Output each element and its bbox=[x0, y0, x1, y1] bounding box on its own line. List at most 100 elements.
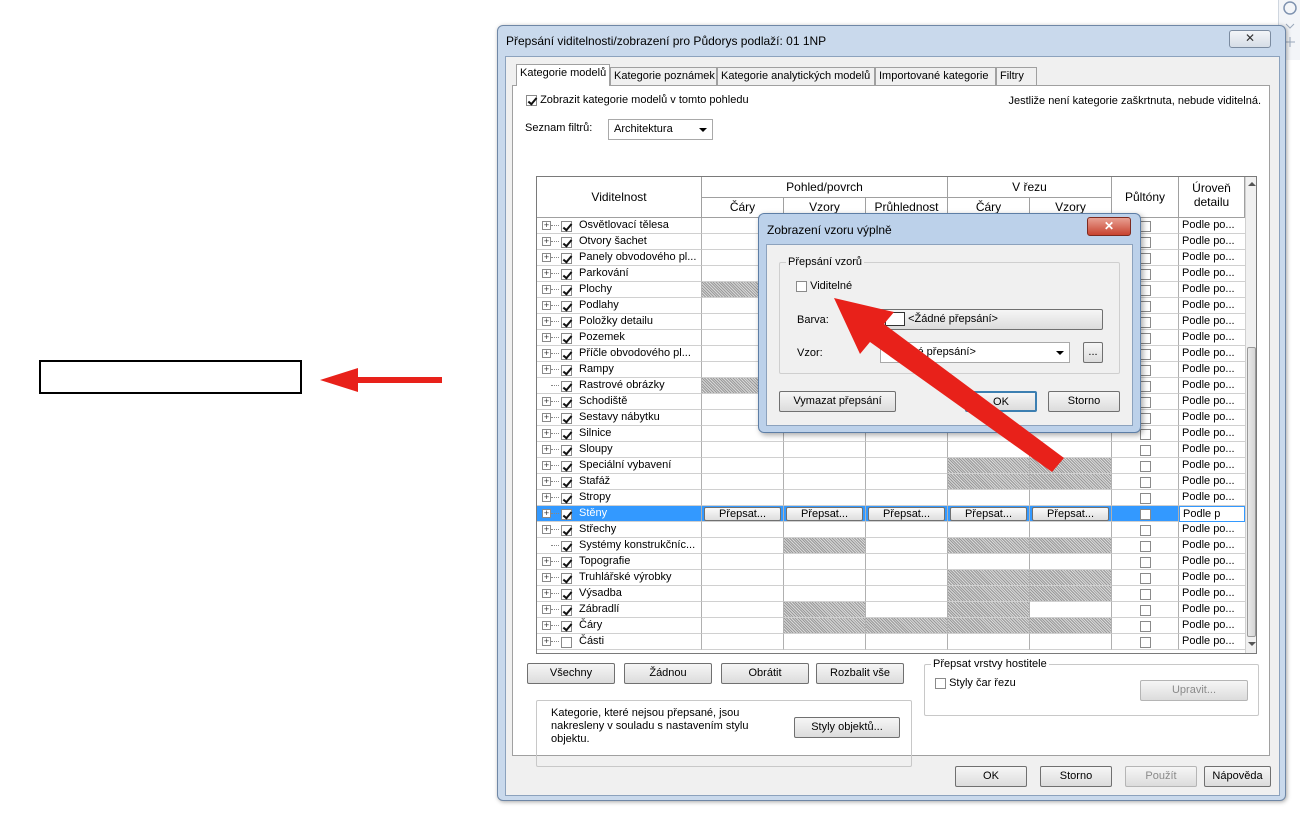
detail-level-cell[interactable]: Podle po... bbox=[1179, 586, 1245, 602]
row-name-cell[interactable]: + Výsadba bbox=[537, 586, 702, 602]
visibility-checkbox[interactable] bbox=[561, 252, 572, 264]
row-name-cell[interactable]: + Příčle obvodového pl... bbox=[537, 346, 702, 362]
override-cell[interactable] bbox=[784, 602, 866, 618]
row-name-cell[interactable]: Rastrové obrázky bbox=[537, 378, 702, 394]
detail-level-cell[interactable]: Podle po... bbox=[1179, 234, 1245, 250]
scroll-thumb[interactable] bbox=[1247, 347, 1256, 637]
row-name-cell[interactable]: + Čáry bbox=[537, 618, 702, 634]
row-name-cell[interactable]: + Podlahy bbox=[537, 298, 702, 314]
override-cell[interactable] bbox=[948, 570, 1030, 586]
cancel-button[interactable]: Storno bbox=[1040, 766, 1112, 787]
detail-level-cell[interactable]: Podle po... bbox=[1179, 298, 1245, 314]
halftone-checkbox[interactable] bbox=[1140, 252, 1151, 264]
expand-icon[interactable]: + bbox=[542, 589, 551, 598]
detail-level-cell[interactable]: Podle po... bbox=[1179, 266, 1245, 282]
visibility-checkbox[interactable] bbox=[561, 556, 572, 568]
visibility-checkbox[interactable] bbox=[561, 428, 572, 440]
detail-level-cell[interactable]: Podle po... bbox=[1179, 362, 1245, 378]
expand-icon[interactable]: + bbox=[542, 557, 551, 566]
table-row[interactable]: + Střechy Podle po... bbox=[537, 522, 1245, 538]
halftone-checkbox[interactable] bbox=[1140, 492, 1151, 504]
override-cell[interactable] bbox=[1030, 618, 1112, 634]
help-button[interactable]: Nápověda bbox=[1204, 766, 1271, 787]
expand-icon[interactable]: + bbox=[542, 525, 551, 534]
override-cell[interactable]: Přepsat... bbox=[1030, 506, 1112, 522]
override-cell[interactable] bbox=[702, 618, 784, 634]
row-name-cell[interactable]: + Speciální vybavení bbox=[537, 458, 702, 474]
halftone-checkbox[interactable] bbox=[1140, 556, 1151, 568]
expand-icon[interactable]: + bbox=[542, 605, 551, 614]
row-name-cell[interactable]: + Plochy bbox=[537, 282, 702, 298]
halftone-checkbox[interactable] bbox=[1140, 364, 1151, 376]
expand-icon[interactable]: + bbox=[542, 253, 551, 262]
halftone-checkbox[interactable] bbox=[1140, 540, 1151, 552]
visibility-checkbox[interactable] bbox=[561, 588, 572, 600]
detail-level-cell[interactable]: Podle p bbox=[1179, 506, 1245, 522]
table-row[interactable]: + Stěny Přepsat... Přepsat... Přepsat... Přep… bbox=[537, 506, 1245, 522]
detail-level-cell[interactable]: Podle po... bbox=[1179, 394, 1245, 410]
row-name-cell[interactable]: + Osvětlovací tělesa bbox=[537, 218, 702, 234]
row-name-cell[interactable]: + Topografie bbox=[537, 554, 702, 570]
visibility-checkbox[interactable] bbox=[561, 620, 572, 632]
override-button[interactable]: Přepsat... bbox=[950, 507, 1027, 521]
override-cell[interactable] bbox=[1030, 490, 1112, 506]
row-name-cell[interactable]: + Stropy bbox=[537, 490, 702, 506]
halftone-checkbox[interactable] bbox=[1140, 268, 1151, 280]
override-cell[interactable] bbox=[702, 442, 784, 458]
expand-icon[interactable]: + bbox=[542, 637, 551, 646]
halftone-checkbox[interactable] bbox=[1140, 604, 1151, 616]
override-cell[interactable] bbox=[702, 570, 784, 586]
visibility-checkbox[interactable] bbox=[561, 540, 572, 552]
expand-icon[interactable]: + bbox=[542, 237, 551, 246]
override-cell[interactable] bbox=[702, 586, 784, 602]
override-cell[interactable] bbox=[784, 586, 866, 602]
ok-button[interactable]: OK bbox=[955, 766, 1027, 787]
row-name-cell[interactable]: + Položky detailu bbox=[537, 314, 702, 330]
override-cell[interactable] bbox=[784, 570, 866, 586]
row-name-cell[interactable]: + Silnice bbox=[537, 426, 702, 442]
override-cell[interactable] bbox=[948, 602, 1030, 618]
tab-model-categories[interactable]: Kategorie modelů bbox=[516, 64, 610, 86]
override-cell[interactable] bbox=[866, 634, 948, 650]
override-cell[interactable] bbox=[1030, 554, 1112, 570]
row-name-cell[interactable]: + Schodiště bbox=[537, 394, 702, 410]
table-row[interactable]: Systémy konstrukčníc... Podle po... bbox=[537, 538, 1245, 554]
halftone-checkbox[interactable] bbox=[1140, 284, 1151, 296]
table-row[interactable]: + Topografie Podle po... bbox=[537, 554, 1245, 570]
visibility-checkbox[interactable] bbox=[561, 300, 572, 312]
expand-icon[interactable]: + bbox=[542, 317, 551, 326]
override-cell[interactable] bbox=[784, 554, 866, 570]
override-cell[interactable] bbox=[948, 554, 1030, 570]
detail-level-cell[interactable]: Podle po... bbox=[1179, 618, 1245, 634]
popup-close-button[interactable]: ✕ bbox=[1087, 217, 1131, 236]
halftone-checkbox[interactable] bbox=[1140, 476, 1151, 488]
detail-level-cell[interactable]: Podle po... bbox=[1179, 426, 1245, 442]
detail-level-cell[interactable]: Podle po... bbox=[1179, 522, 1245, 538]
halftone-checkbox[interactable] bbox=[1140, 508, 1151, 520]
expand-icon[interactable]: + bbox=[542, 461, 551, 470]
override-cell[interactable]: Přepsat... bbox=[948, 506, 1030, 522]
halftone-checkbox[interactable] bbox=[1140, 636, 1151, 648]
show-categories-checkbox[interactable] bbox=[526, 94, 537, 106]
row-name-cell[interactable]: Systémy konstrukčníc... bbox=[537, 538, 702, 554]
override-cell[interactable] bbox=[702, 538, 784, 554]
row-name-cell[interactable]: + Panely obvodového pl... bbox=[537, 250, 702, 266]
expand-icon[interactable]: + bbox=[542, 365, 551, 374]
detail-level-cell[interactable]: Podle po... bbox=[1179, 570, 1245, 586]
expand-icon[interactable]: + bbox=[542, 413, 551, 422]
halftone-checkbox[interactable] bbox=[1140, 316, 1151, 328]
scroll-up-icon[interactable] bbox=[1248, 181, 1256, 187]
edit-button[interactable]: Upravit... bbox=[1140, 680, 1248, 701]
halftone-checkbox[interactable] bbox=[1140, 620, 1151, 632]
halftone-checkbox[interactable] bbox=[1140, 220, 1151, 232]
table-row[interactable]: + Stropy Podle po... bbox=[537, 490, 1245, 506]
detail-level-cell[interactable]: Podle po... bbox=[1179, 634, 1245, 650]
visibility-checkbox[interactable] bbox=[561, 412, 572, 424]
table-row[interactable]: + Výsadba Podle po... bbox=[537, 586, 1245, 602]
override-cell[interactable]: Přepsat... bbox=[702, 506, 784, 522]
visibility-checkbox[interactable] bbox=[561, 284, 572, 296]
grid-scrollbar[interactable] bbox=[1245, 177, 1256, 653]
visibility-checkbox[interactable] bbox=[561, 348, 572, 360]
override-cell[interactable] bbox=[948, 586, 1030, 602]
override-cell[interactable] bbox=[702, 602, 784, 618]
